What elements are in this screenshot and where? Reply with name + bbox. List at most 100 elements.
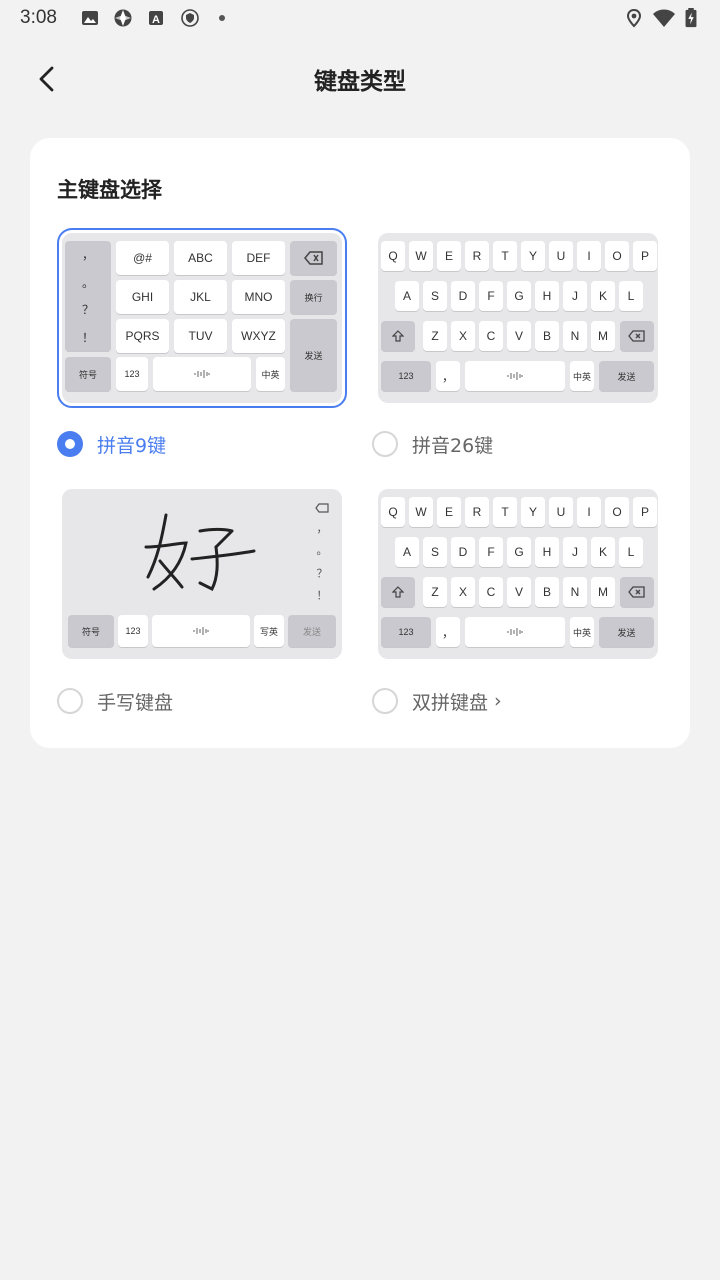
symbols-key[interactable]: 符号 bbox=[68, 615, 114, 647]
letter-key[interactable]: F bbox=[479, 281, 503, 311]
letter-key[interactable]: W bbox=[409, 497, 433, 527]
letter-key[interactable]: L bbox=[619, 281, 643, 311]
space-key[interactable] bbox=[465, 617, 565, 647]
letter-key[interactable]: M bbox=[591, 321, 615, 351]
pinyin-9-key-preview[interactable]: ， 。 ？ ！ 符号 @# ABC DEF GHI JKL MNO PQRS T… bbox=[57, 228, 347, 408]
letter-key[interactable]: P bbox=[633, 241, 657, 271]
letter-key[interactable]: G bbox=[507, 537, 531, 567]
letter-key[interactable]: R bbox=[465, 497, 489, 527]
letter-key[interactable]: J bbox=[563, 281, 587, 311]
space-key[interactable] bbox=[465, 361, 565, 391]
letter-key[interactable]: F bbox=[479, 537, 503, 567]
lang-switch-key[interactable]: 中英 bbox=[256, 357, 285, 391]
radio-button[interactable] bbox=[372, 688, 398, 714]
punct-key[interactable]: ， bbox=[317, 520, 328, 536]
letter-key[interactable]: B bbox=[535, 577, 559, 607]
send-key[interactable]: 发送 bbox=[288, 615, 336, 647]
num-key[interactable]: 123 bbox=[381, 361, 431, 391]
letter-key[interactable]: Z bbox=[423, 577, 447, 607]
shift-key[interactable] bbox=[381, 577, 415, 607]
punct-key[interactable]: ！ bbox=[317, 587, 328, 603]
letter-key[interactable]: L bbox=[619, 537, 643, 567]
num-key[interactable]: 123 bbox=[116, 357, 148, 391]
key[interactable]: WXYZ bbox=[232, 319, 285, 353]
letter-key[interactable]: X bbox=[451, 321, 475, 351]
num-key[interactable]: 123 bbox=[118, 615, 148, 647]
option-handwriting[interactable]: 手写键盘 bbox=[57, 686, 173, 716]
letter-key[interactable]: N bbox=[563, 577, 587, 607]
space-key[interactable] bbox=[153, 357, 251, 391]
punct-key[interactable]: ？ bbox=[82, 301, 94, 318]
punct-key[interactable]: ， bbox=[436, 617, 460, 647]
letter-key[interactable]: X bbox=[451, 577, 475, 607]
option-shuangpin[interactable]: 双拼键盘 › bbox=[372, 686, 502, 716]
backspace-key[interactable] bbox=[290, 241, 337, 275]
letter-key[interactable]: O bbox=[605, 241, 629, 271]
punct-key[interactable]: ？ bbox=[317, 565, 328, 581]
shift-key[interactable] bbox=[381, 321, 415, 351]
backspace-key[interactable] bbox=[620, 321, 654, 351]
radio-button[interactable] bbox=[372, 431, 398, 457]
letter-key[interactable]: V bbox=[507, 321, 531, 351]
letter-key[interactable]: E bbox=[437, 497, 461, 527]
letter-key[interactable]: B bbox=[535, 321, 559, 351]
letter-key[interactable]: H bbox=[535, 281, 559, 311]
lang-switch-key[interactable]: 中英 bbox=[570, 361, 594, 391]
symbols-key[interactable]: 符号 bbox=[65, 357, 111, 391]
letter-key[interactable]: U bbox=[549, 241, 573, 271]
send-key[interactable]: 发送 bbox=[290, 319, 337, 391]
punctuation-column[interactable]: ， 。 ？ ！ bbox=[65, 241, 111, 351]
punct-key[interactable]: 。 bbox=[82, 274, 94, 291]
key[interactable]: GHI bbox=[116, 280, 169, 314]
handwriting-preview[interactable]: 好 ， 。 ？ ！ 符号 123 写英 发送 bbox=[62, 489, 342, 659]
letter-key[interactable]: Y bbox=[521, 497, 545, 527]
letter-key[interactable]: R bbox=[465, 241, 489, 271]
punct-key[interactable]: ， bbox=[82, 246, 94, 263]
letter-key[interactable]: A bbox=[395, 281, 419, 311]
letter-key[interactable]: C bbox=[479, 577, 503, 607]
num-key[interactable]: 123 bbox=[381, 617, 431, 647]
send-key[interactable]: 发送 bbox=[599, 617, 654, 647]
letter-key[interactable]: Q bbox=[381, 497, 405, 527]
key[interactable]: MNO bbox=[232, 280, 285, 314]
letter-key[interactable]: G bbox=[507, 281, 531, 311]
punct-key[interactable]: ！ bbox=[82, 329, 94, 346]
key[interactable]: PQRS bbox=[116, 319, 169, 353]
punct-key[interactable]: ， bbox=[436, 361, 460, 391]
letter-key[interactable]: J bbox=[563, 537, 587, 567]
letter-key[interactable]: S bbox=[423, 537, 447, 567]
letter-key[interactable]: K bbox=[591, 281, 615, 311]
letter-key[interactable]: M bbox=[591, 577, 615, 607]
option-pinyin-26[interactable]: 拼音26键 bbox=[372, 429, 493, 459]
letter-key[interactable]: V bbox=[507, 577, 531, 607]
key[interactable]: ABC bbox=[174, 241, 227, 275]
letter-key[interactable]: T bbox=[493, 241, 517, 271]
letter-key[interactable]: I bbox=[577, 497, 601, 527]
letter-key[interactable]: W bbox=[409, 241, 433, 271]
key[interactable]: DEF bbox=[232, 241, 285, 275]
letter-key[interactable]: N bbox=[563, 321, 587, 351]
option-pinyin-9[interactable]: 拼音9键 bbox=[57, 429, 166, 459]
letter-key[interactable]: A bbox=[395, 537, 419, 567]
letter-key[interactable]: D bbox=[451, 537, 475, 567]
letter-key[interactable]: O bbox=[605, 497, 629, 527]
backspace-key[interactable] bbox=[620, 577, 654, 607]
letter-key[interactable]: S bbox=[423, 281, 447, 311]
pinyin-26-key-preview[interactable]: Q W E R T Y U I O P A S D F G H J K L Z X C V B N M 123， 中英 发送 bbox=[378, 233, 658, 403]
key[interactable]: @# bbox=[116, 241, 169, 275]
letter-key[interactable]: C bbox=[479, 321, 503, 351]
radio-button[interactable] bbox=[57, 688, 83, 714]
letter-key[interactable]: K bbox=[591, 537, 615, 567]
lang-switch-key[interactable]: 中英 bbox=[570, 617, 594, 647]
letter-key[interactable]: T bbox=[493, 497, 517, 527]
letter-key[interactable]: Q bbox=[381, 241, 405, 271]
shuangpin-preview[interactable]: Q W E R T Y U I O P A S D F G H J K L Z X C V B N M 123， 中英 发送 bbox=[378, 489, 658, 659]
letter-key[interactable]: D bbox=[451, 281, 475, 311]
backspace-icon[interactable] bbox=[315, 503, 329, 513]
lang-switch-key[interactable]: 写英 bbox=[254, 615, 284, 647]
newline-key[interactable]: 换行 bbox=[290, 280, 337, 314]
letter-key[interactable]: I bbox=[577, 241, 601, 271]
punct-key[interactable]: 。 bbox=[317, 542, 328, 558]
radio-button-selected[interactable] bbox=[57, 431, 83, 457]
key[interactable]: JKL bbox=[174, 280, 227, 314]
